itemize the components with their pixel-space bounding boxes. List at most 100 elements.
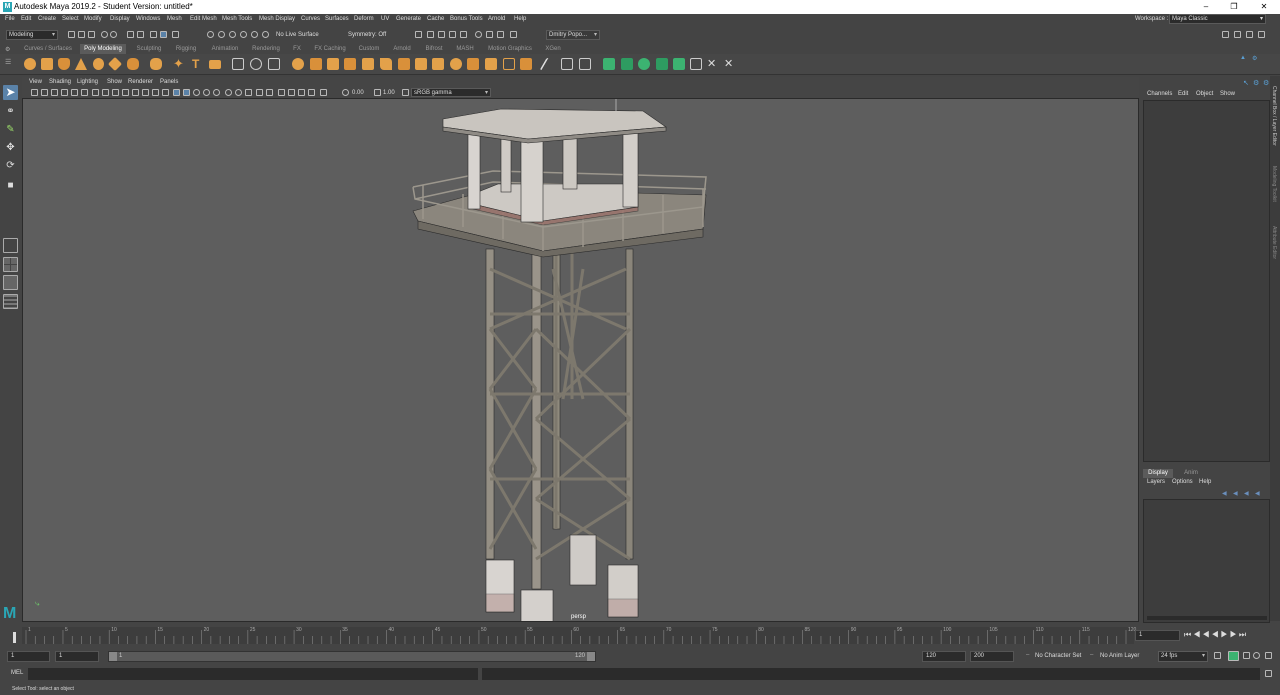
tab-anim[interactable]: Anim	[1177, 469, 1205, 478]
vp-menu-view[interactable]: View	[29, 79, 42, 85]
spherical-map-icon[interactable]	[638, 58, 650, 70]
help-menu[interactable]: Help	[1199, 479, 1211, 485]
sound-icon[interactable]	[1253, 652, 1260, 659]
render-view-icon[interactable]	[415, 31, 422, 38]
xray-components-icon[interactable]	[298, 89, 305, 96]
menu-arnold[interactable]: Arnold	[488, 15, 505, 23]
tab-display[interactable]: Display	[1143, 469, 1173, 478]
exposure-icon[interactable]	[342, 89, 349, 96]
pause-render-icon[interactable]	[510, 31, 517, 38]
menu-help[interactable]: Help	[514, 15, 526, 23]
depth-of-field-icon[interactable]	[256, 89, 263, 96]
sculpt-icon[interactable]	[503, 58, 515, 70]
menu-curves[interactable]: Curves	[301, 15, 320, 23]
film-gate-icon[interactable]	[102, 89, 109, 96]
auto-key-icon[interactable]	[1228, 651, 1239, 661]
playback-end-field[interactable]: 120	[922, 651, 966, 662]
range-slider[interactable]: 1 120	[108, 651, 596, 662]
layer-move-down-icon[interactable]: ◀	[1233, 490, 1238, 497]
layer-scrollbar[interactable]	[1147, 616, 1267, 620]
render-setup-icon[interactable]	[486, 31, 493, 38]
persp-outliner-icon[interactable]	[3, 275, 18, 290]
select-object-icon[interactable]	[137, 31, 144, 38]
smooth-shade-icon[interactable]	[173, 89, 180, 96]
shelf-tab-custom[interactable]: Custom	[355, 44, 383, 54]
shelf-scroll-up-icon[interactable]: ▲	[1240, 55, 1246, 61]
bevel-icon[interactable]	[380, 58, 392, 70]
select-tool-icon[interactable]: ➤	[3, 85, 18, 100]
poly-torus-icon[interactable]	[93, 58, 104, 70]
select-by-object-icon[interactable]	[160, 31, 167, 38]
layout-uv-icon[interactable]	[673, 58, 685, 70]
shelf-tab-curves-surfaces[interactable]: Curves / Surfaces	[22, 44, 74, 54]
hypershade-icon[interactable]	[460, 31, 467, 38]
merge-icon[interactable]	[467, 58, 479, 70]
menu-cache[interactable]: Cache	[427, 15, 444, 23]
shelf-tab-animation[interactable]: Animation	[207, 44, 243, 54]
modeling-toolkit-icon[interactable]	[1222, 31, 1229, 38]
live-surface-field[interactable]: No Live Surface	[276, 31, 330, 39]
shelf-settings-gear-icon[interactable]: ⚙	[1252, 55, 1257, 62]
shelf-tab-rendering[interactable]: Rendering	[248, 44, 284, 54]
poly-sphere-icon[interactable]	[24, 58, 36, 70]
fill-hole-icon[interactable]	[398, 58, 410, 70]
new-empty-layer-icon[interactable]: ◀	[1244, 490, 1249, 497]
shelf-tab-rigging[interactable]: Rigging	[171, 44, 201, 54]
command-language-label[interactable]: MEL	[11, 670, 23, 676]
extrude-icon[interactable]	[362, 58, 374, 70]
workspace-dropdown[interactable]: Maya Classic ▾	[1169, 14, 1266, 24]
play-forward-icon[interactable]: ▶	[1221, 630, 1230, 639]
shelf-settings-icon[interactable]: ⚙	[5, 46, 10, 53]
render-settings-icon[interactable]	[449, 31, 456, 38]
wireframe-icon[interactable]	[162, 89, 169, 96]
new-layer-selected-icon[interactable]: ◀	[1255, 490, 1260, 497]
poly-cylinder-icon[interactable]	[58, 58, 70, 70]
channel-box-icon[interactable]	[1258, 31, 1265, 38]
four-view-icon[interactable]	[3, 257, 18, 272]
move-tool-icon[interactable]: ✥	[3, 140, 18, 155]
extract-icon[interactable]	[327, 58, 339, 70]
motion-blur-icon[interactable]	[235, 89, 242, 96]
shelf-tab-fx[interactable]: FX	[290, 44, 304, 54]
current-time-marker[interactable]	[13, 632, 16, 643]
snap-projected-icon[interactable]	[240, 31, 247, 38]
menu-select[interactable]: Select	[62, 15, 79, 23]
menu-mesh-tools[interactable]: Mesh Tools	[222, 15, 252, 23]
shelf-tab-bifrost[interactable]: Bifrost	[421, 44, 447, 54]
lock-selection-icon[interactable]	[172, 31, 179, 38]
field-chart-icon[interactable]	[132, 89, 139, 96]
menu-display[interactable]: Display	[110, 15, 130, 23]
maximize-button[interactable]: ❐	[1224, 1, 1244, 13]
menu-edit[interactable]: Edit	[21, 15, 31, 23]
side-tab-attribute-editor[interactable]: Attribute Editor	[1271, 226, 1277, 259]
planar-map-icon[interactable]	[603, 58, 615, 70]
menu-set-dropdown[interactable]: Modeling ▾	[6, 30, 58, 40]
arnold-render-icon[interactable]	[475, 31, 482, 38]
shelf-tab-xgen[interactable]: XGen	[542, 44, 564, 54]
minimize-button[interactable]: –	[1196, 1, 1216, 13]
grease-pencil-icon[interactable]	[81, 89, 88, 96]
menu-mesh[interactable]: Mesh	[167, 15, 182, 23]
slide-edge-icon[interactable]	[520, 58, 532, 70]
animation-end-field[interactable]: 200	[970, 651, 1014, 662]
shadows-icon[interactable]	[213, 89, 220, 96]
menu-mesh-display[interactable]: Mesh Display	[259, 15, 295, 23]
step-back-key-icon[interactable]: ◀	[1193, 630, 1202, 639]
vp-menu-panels[interactable]: Panels	[160, 79, 178, 85]
bookmarks-icon[interactable]	[51, 89, 58, 96]
paint-select-icon[interactable]: ✎	[3, 122, 18, 137]
light-editor-icon[interactable]	[497, 31, 504, 38]
fps-dropdown[interactable]: 24 fps ▾	[1158, 651, 1208, 662]
poly-text-icon[interactable]: T	[192, 58, 204, 70]
menu-generate[interactable]: Generate	[396, 15, 421, 23]
shelf-tab-fx-caching[interactable]: FX Caching	[311, 44, 349, 54]
layers-menu[interactable]: Layers	[1147, 479, 1165, 485]
shelf-tab-sculpting[interactable]: Sculpting	[132, 44, 166, 54]
current-frame-field[interactable]: 1	[1135, 630, 1180, 641]
snap-point-icon[interactable]	[229, 31, 236, 38]
open-scene-icon[interactable]	[78, 31, 85, 38]
insert-edge-loop-icon[interactable]	[415, 58, 427, 70]
anim-layer-field[interactable]: No Anim Layer	[1100, 653, 1139, 659]
super-shape-icon[interactable]: ✦	[173, 57, 185, 70]
bridge-icon[interactable]	[344, 58, 356, 70]
